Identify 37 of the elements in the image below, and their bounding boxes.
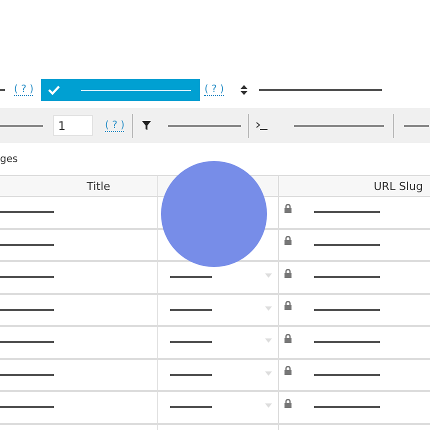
text-line bbox=[0, 124, 43, 126]
text-line bbox=[0, 374, 54, 376]
help-link[interactable]: ( ? ) bbox=[14, 84, 34, 96]
text-line bbox=[314, 341, 380, 344]
check-icon bbox=[48, 85, 60, 95]
filter-icon[interactable] bbox=[142, 121, 152, 130]
text-line bbox=[170, 406, 212, 408]
text-line bbox=[170, 276, 212, 278]
text-line bbox=[314, 308, 380, 311]
text-line bbox=[170, 308, 212, 311]
text-line bbox=[404, 124, 430, 126]
text-line bbox=[314, 276, 380, 278]
text-line bbox=[0, 244, 54, 246]
column-header[interactable]: Title bbox=[86, 180, 110, 192]
dropdown-arrow-icon[interactable] bbox=[265, 403, 272, 408]
text-line bbox=[0, 276, 54, 278]
dropdown-arrow-icon[interactable] bbox=[265, 338, 272, 343]
sort-icon[interactable] bbox=[240, 85, 248, 95]
text-line bbox=[170, 341, 212, 344]
dropdown-arrow-icon[interactable] bbox=[265, 306, 272, 310]
help-link[interactable]: ( ? ) bbox=[204, 84, 224, 96]
text-line bbox=[0, 308, 54, 311]
text-line bbox=[314, 406, 380, 408]
terminal-icon[interactable] bbox=[256, 122, 268, 130]
text-line bbox=[0, 341, 54, 344]
text-line bbox=[170, 374, 212, 376]
text-line bbox=[314, 211, 380, 214]
text-line bbox=[314, 374, 380, 376]
toggle-button[interactable] bbox=[41, 79, 200, 101]
section-label: ges bbox=[0, 154, 18, 164]
column-header[interactable]: URL Slug bbox=[374, 180, 423, 192]
page-input-field[interactable]: 1 bbox=[53, 115, 93, 136]
dropdown-arrow-icon[interactable] bbox=[265, 273, 272, 278]
text-line bbox=[0, 211, 54, 214]
text-line bbox=[314, 244, 380, 246]
text-line bbox=[0, 406, 54, 408]
dropdown-arrow-icon[interactable] bbox=[265, 370, 272, 376]
